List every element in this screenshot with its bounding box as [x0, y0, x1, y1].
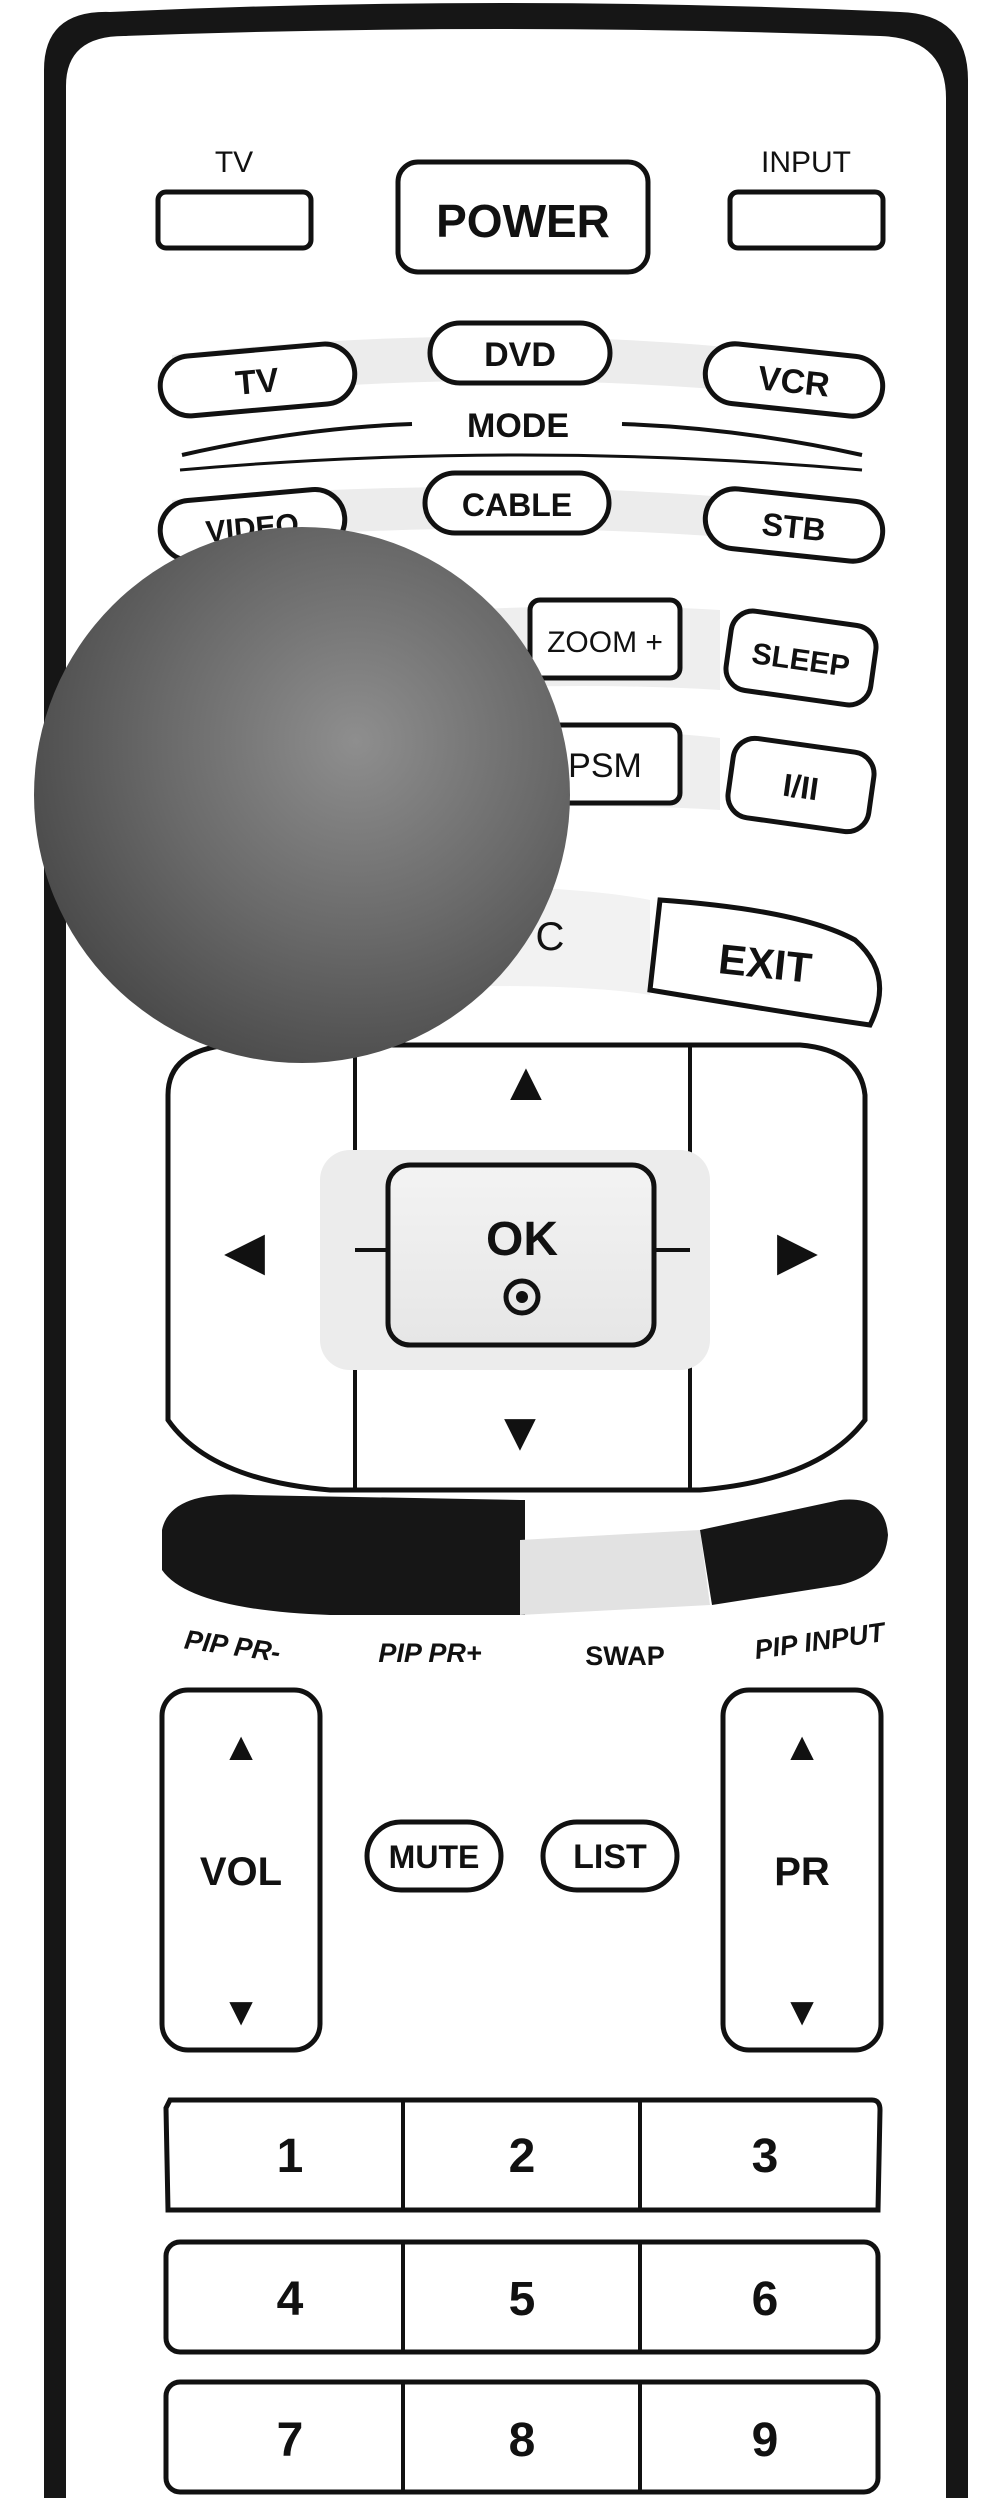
i-ii-label: I/II	[781, 767, 821, 808]
key-2-label: 2	[509, 2130, 536, 2183]
swap-label: SWAP	[585, 1641, 665, 1671]
program-label: PR	[774, 1850, 830, 1894]
pip-pr-plus-button[interactable]	[330, 1500, 525, 1615]
key-9-label: 9	[752, 2414, 779, 2467]
nav-down-icon: ▼	[493, 1402, 546, 1462]
psm-label: PSM	[568, 747, 642, 785]
ok-dot-center-icon	[516, 1291, 528, 1303]
swap-button[interactable]	[520, 1530, 710, 1615]
input-button[interactable]	[727, 189, 886, 251]
key-1-label: 1	[277, 2130, 304, 2183]
gray-circle-overlay	[34, 527, 570, 1063]
tv-power-button[interactable]	[155, 189, 314, 251]
volume-label: VOL	[200, 1850, 282, 1894]
mode-stb-label: STB	[760, 506, 827, 548]
mode-vcr-label: VCR	[756, 359, 831, 404]
key-5-label: 5	[509, 2273, 536, 2326]
program-down-icon[interactable]: ▼	[782, 1990, 822, 2034]
exit-label: EXIT	[716, 935, 814, 992]
list-label: LIST	[573, 1838, 647, 1876]
nav-left-icon: ◀	[224, 1223, 266, 1279]
program-up-icon[interactable]: ▲	[782, 1725, 822, 1769]
key-4-label: 4	[277, 2273, 304, 2326]
zoom-plus-label: ZOOM +	[547, 626, 663, 659]
key-8-label: 8	[509, 2414, 536, 2467]
ok-label: OK	[486, 1213, 558, 1266]
tv-power-label: TV	[215, 146, 253, 179]
nav-right-icon: ▶	[777, 1223, 819, 1279]
volume-up-icon[interactable]: ▲	[221, 1725, 261, 1769]
mode-cable-label: CABLE	[462, 487, 572, 523]
input-label: INPUT	[761, 146, 851, 179]
partial-key-label: C	[536, 915, 565, 959]
mode-dvd-label: DVD	[484, 336, 556, 374]
key-3-label: 3	[752, 2130, 779, 2183]
mode-label: MODE	[467, 407, 569, 445]
remote-control: TV POWER INPUT TV DVD VCR MODE VIDEO CAB…	[34, 3, 968, 2498]
key-7-label: 7	[277, 2414, 304, 2467]
volume-down-icon[interactable]: ▼	[221, 1990, 261, 2034]
keypad-row-2: 4 5 6	[163, 2239, 881, 2355]
key-6-label: 6	[752, 2273, 779, 2326]
keypad-row-3: 7 8 9	[163, 2379, 881, 2495]
mode-tv-label: TV	[234, 361, 281, 403]
mute-label: MUTE	[389, 1839, 480, 1875]
power-button-label: POWER	[436, 195, 610, 247]
nav-pad: OK ▲ ▼ ◀ ▶	[165, 1042, 868, 1493]
number-keypad: 1 2 3 4 5 6 7 8 9	[163, 2097, 883, 2495]
keypad-row-1: 1 2 3	[163, 2097, 883, 2213]
pip-pr-plus-label: PIP PR+	[378, 1638, 482, 1668]
nav-up-icon: ▲	[499, 1052, 552, 1112]
